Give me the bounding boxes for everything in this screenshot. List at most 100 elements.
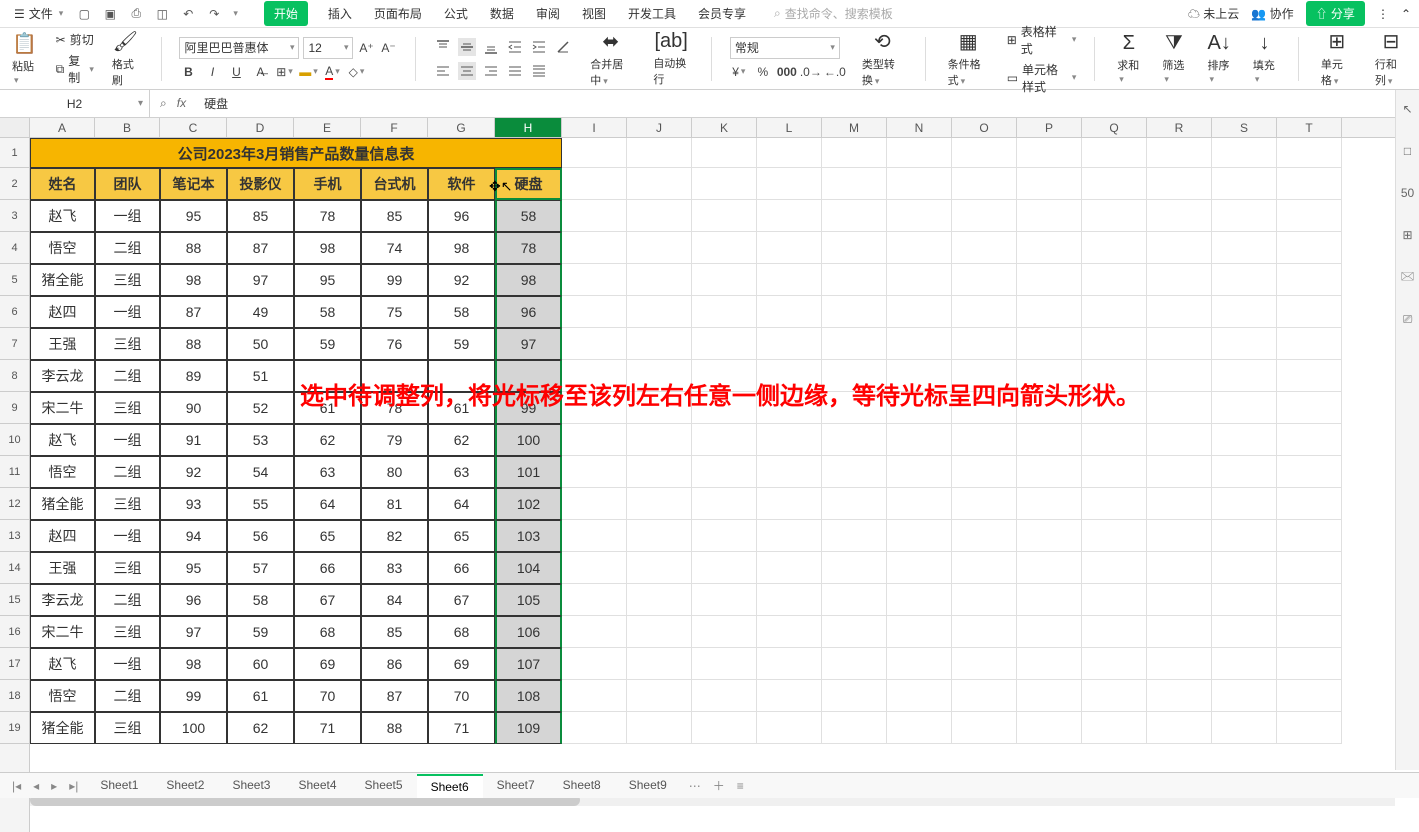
sheet-tab-Sheet5[interactable]: Sheet5 xyxy=(351,774,417,798)
data-cell[interactable]: 98 xyxy=(294,232,361,264)
data-cell[interactable]: 58 xyxy=(495,200,562,232)
menu-tab-1[interactable]: 插入 xyxy=(326,1,354,26)
data-cell[interactable]: 悟空 xyxy=(30,680,95,712)
data-cell[interactable]: 三组 xyxy=(95,712,160,744)
data-cell[interactable]: 56 xyxy=(227,520,294,552)
data-cell[interactable]: 60 xyxy=(227,648,294,680)
data-cell[interactable]: 猪全能 xyxy=(30,488,95,520)
data-cell[interactable]: 109 xyxy=(495,712,562,744)
copy-button[interactable]: ⧉ 复制▾ xyxy=(56,52,94,86)
data-cell[interactable]: 55 xyxy=(227,488,294,520)
data-cell[interactable]: 75 xyxy=(361,296,428,328)
data-cell[interactable]: 96 xyxy=(495,296,562,328)
cancel-formula-icon[interactable]: ⌕ xyxy=(160,96,167,111)
data-cell[interactable]: 86 xyxy=(361,648,428,680)
data-cell[interactable]: 一组 xyxy=(95,296,160,328)
select-icon[interactable]: □ xyxy=(1399,142,1417,160)
data-cell[interactable]: 65 xyxy=(294,520,361,552)
comma-icon[interactable]: 000 xyxy=(778,63,796,81)
menu-tab-6[interactable]: 视图 xyxy=(580,1,608,26)
more-sheets-icon[interactable]: ⋯ xyxy=(685,779,705,793)
col-header-E[interactable]: E xyxy=(294,118,361,137)
data-cell[interactable]: 63 xyxy=(294,456,361,488)
data-cell[interactable]: 90 xyxy=(160,392,227,424)
row-header-8[interactable]: 8 xyxy=(0,360,29,392)
menu-tab-5[interactable]: 审阅 xyxy=(534,1,562,26)
data-cell[interactable]: 二组 xyxy=(95,680,160,712)
preview-icon[interactable]: ◫ xyxy=(153,5,171,23)
data-cell[interactable]: 一组 xyxy=(95,520,160,552)
data-cell[interactable]: 三组 xyxy=(95,264,160,296)
row-header-15[interactable]: 15 xyxy=(0,584,29,616)
justify-icon[interactable] xyxy=(506,62,524,80)
data-cell[interactable]: 49 xyxy=(227,296,294,328)
data-cell[interactable]: 102 xyxy=(495,488,562,520)
share-button[interactable]: ⇧ 分享 xyxy=(1306,1,1365,26)
col-header-G[interactable]: G xyxy=(428,118,495,137)
data-cell[interactable]: 二组 xyxy=(95,456,160,488)
data-cell[interactable]: 81 xyxy=(361,488,428,520)
data-cell[interactable]: 50 xyxy=(227,328,294,360)
data-cell[interactable]: 95 xyxy=(160,200,227,232)
data-cell[interactable]: 95 xyxy=(160,552,227,584)
sheet-tab-Sheet2[interactable]: Sheet2 xyxy=(152,774,218,798)
row-header-14[interactable]: 14 xyxy=(0,552,29,584)
data-cell[interactable]: 一组 xyxy=(95,648,160,680)
decrease-indent-icon[interactable] xyxy=(506,38,524,56)
data-cell[interactable]: 92 xyxy=(160,456,227,488)
row-header-4[interactable]: 4 xyxy=(0,232,29,264)
col-header-T[interactable]: T xyxy=(1277,118,1342,137)
cells-button[interactable]: ⊞单元格▾ xyxy=(1317,27,1357,90)
col-header-R[interactable]: R xyxy=(1147,118,1212,137)
row-header-7[interactable]: 7 xyxy=(0,328,29,360)
header-cell[interactable]: 投影仪 xyxy=(227,168,294,200)
data-cell[interactable]: 99 xyxy=(160,680,227,712)
formula-input[interactable]: 硬盘 xyxy=(196,95,1419,112)
col-header-Q[interactable]: Q xyxy=(1082,118,1147,137)
data-cell[interactable]: 101 xyxy=(495,456,562,488)
data-cell[interactable]: 100 xyxy=(160,712,227,744)
data-cell[interactable]: 三组 xyxy=(95,552,160,584)
row-header-18[interactable]: 18 xyxy=(0,680,29,712)
increase-font-icon[interactable]: A⁺ xyxy=(357,39,375,57)
sheet-tab-Sheet7[interactable]: Sheet7 xyxy=(483,774,549,798)
data-cell[interactable]: 85 xyxy=(361,616,428,648)
decrease-decimal-icon[interactable]: ←.0 xyxy=(826,63,844,81)
col-header-J[interactable]: J xyxy=(627,118,692,137)
data-cell[interactable]: 66 xyxy=(294,552,361,584)
sheet-list-icon[interactable]: ≡ xyxy=(733,779,748,793)
data-cell[interactable]: 61 xyxy=(227,680,294,712)
number-format-select[interactable]: 常规▾ xyxy=(730,37,840,59)
table-style-button[interactable]: ⊞ 表格样式▾ xyxy=(1007,23,1077,57)
data-cell[interactable]: 65 xyxy=(428,520,495,552)
sheet-tab-Sheet6[interactable]: Sheet6 xyxy=(417,774,483,798)
data-cell[interactable]: 99 xyxy=(361,264,428,296)
align-left-icon[interactable] xyxy=(434,62,452,80)
data-cell[interactable]: 67 xyxy=(428,584,495,616)
fill-button[interactable]: ↓填充▾ xyxy=(1249,30,1280,87)
data-cell[interactable]: 84 xyxy=(361,584,428,616)
select-all-corner[interactable] xyxy=(0,118,30,137)
data-cell[interactable]: 三组 xyxy=(95,616,160,648)
header-cell[interactable]: 台式机 xyxy=(361,168,428,200)
header-cell[interactable]: 笔记本 xyxy=(160,168,227,200)
data-cell[interactable]: 98 xyxy=(160,648,227,680)
column-headers[interactable]: ABCDEFGHIJKLMNOPQRST xyxy=(0,118,1419,138)
data-cell[interactable]: 88 xyxy=(160,328,227,360)
merge-center-button[interactable]: ⬌ 合并居中▾ xyxy=(586,27,635,90)
header-cell[interactable]: 软件 xyxy=(428,168,495,200)
col-header-A[interactable]: A xyxy=(30,118,95,137)
data-cell[interactable]: 98 xyxy=(495,264,562,296)
name-box[interactable]: H2 xyxy=(0,90,150,117)
data-cell[interactable]: 82 xyxy=(361,520,428,552)
menu-tab-8[interactable]: 会员专享 xyxy=(696,1,748,26)
row-header-17[interactable]: 17 xyxy=(0,648,29,680)
row-headers[interactable]: 12345678910111213141516171819 xyxy=(0,138,30,832)
data-cell[interactable]: 李云龙 xyxy=(30,360,95,392)
data-cell[interactable]: 59 xyxy=(294,328,361,360)
data-cell[interactable]: 104 xyxy=(495,552,562,584)
row-header-16[interactable]: 16 xyxy=(0,616,29,648)
menu-tab-7[interactable]: 开发工具 xyxy=(626,1,678,26)
fill-color-button[interactable]: ▬▾ xyxy=(299,63,317,81)
data-cell[interactable]: 79 xyxy=(361,424,428,456)
